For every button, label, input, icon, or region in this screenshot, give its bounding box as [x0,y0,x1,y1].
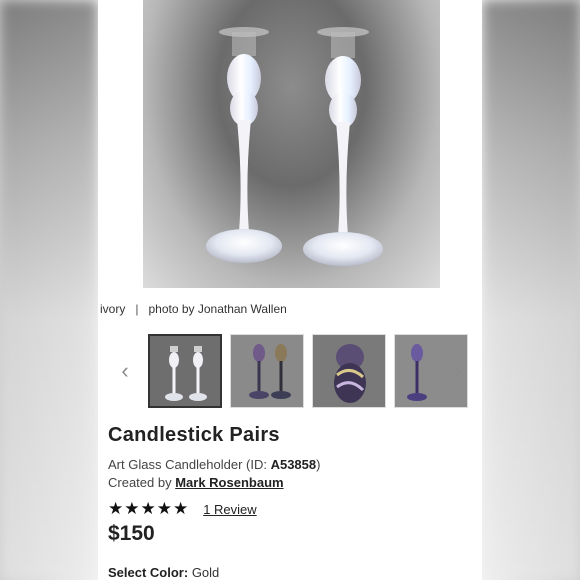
photo-caption: ivory | photo by Jonathan Wallen [100,302,287,316]
rating-row: ★★★★★ 1 Review [108,499,257,519]
caption-photo-credit: photo by Jonathan Wallen [148,302,287,316]
candlesticks-illustration [206,27,383,266]
caption-divider: | [135,302,139,316]
thumbnail-3[interactable] [312,334,386,408]
product-creator: Created by Mark Rosenbaum [108,475,284,490]
chevron-right-icon[interactable]: › [448,357,468,385]
product-main-image[interactable] [143,0,440,288]
product-title: Candlestick Pairs [108,424,280,446]
thumbnail-1-image [150,336,220,406]
product-id: A53858 [270,457,317,472]
thumbnail-2[interactable] [230,334,304,408]
star-rating: ★★★★★ [108,499,190,518]
product-page: ivory | photo by Jonathan Wallen ‹ › Can… [98,0,482,580]
subtitle-prefix: Art Glass Candleholder (ID: [108,457,271,472]
color-selector[interactable]: Select Color: Gold [108,565,219,580]
created-by-label: Created by [108,475,176,490]
background-edge-right [482,0,580,580]
thumbnail-2-image [231,335,303,407]
subtitle-suffix: ) [316,457,321,472]
color-value: Gold [191,565,220,580]
thumbnail-3-image [313,335,385,407]
caption-material: ivory [100,302,126,316]
product-price: $150 [108,522,155,545]
thumbnail-1[interactable] [148,334,222,408]
color-label: Select Color: [108,565,189,580]
artist-link[interactable]: Mark Rosenbaum [175,475,283,490]
reviews-link[interactable]: 1 Review [203,502,256,517]
background-edge-left [0,0,98,580]
product-subtitle: Art Glass Candleholder (ID: A53858) [108,457,320,472]
thumbnail-carousel: ‹ › [98,333,482,411]
chevron-left-icon[interactable]: ‹ [115,357,135,385]
